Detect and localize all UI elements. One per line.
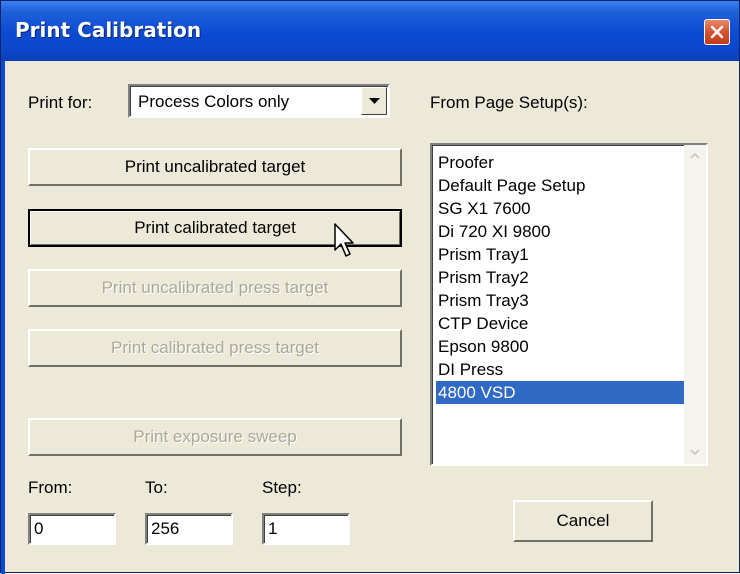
print-for-value: Process Colors only: [138, 92, 290, 111]
window-frame-left: [1, 61, 5, 574]
scroll-up-button[interactable]: [685, 146, 705, 166]
page-setups-list[interactable]: Proofer Default Page Setup SG X1 7600 Di…: [430, 143, 708, 466]
window-title: Print Calibration: [15, 18, 202, 42]
dropdown-arrow-button[interactable]: [361, 87, 387, 115]
from-label: From:: [28, 478, 73, 497]
to-label: To:: [145, 478, 168, 497]
cancel-button[interactable]: Cancel: [513, 500, 653, 542]
close-button[interactable]: [704, 19, 730, 45]
chevron-down-icon: [690, 449, 700, 456]
to-field[interactable]: 256: [145, 513, 233, 545]
list-item[interactable]: SG X1 7600: [436, 197, 686, 220]
print-calibration-dialog: Print Calibration Print for: Process Col…: [0, 0, 740, 574]
close-icon: [710, 25, 724, 39]
page-setups-label: From Page Setup(s):: [430, 93, 588, 112]
step-label: Step:: [262, 478, 302, 497]
chevron-down-icon: [369, 98, 380, 104]
list-item[interactable]: CTP Device: [436, 312, 686, 335]
list-item[interactable]: Proofer: [436, 151, 686, 174]
list-item[interactable]: Epson 9800: [436, 335, 686, 358]
print-for-label: Print for:: [28, 93, 93, 112]
print-calibrated-press-target-button[interactable]: Print calibrated press target: [28, 329, 402, 367]
list-item[interactable]: Default Page Setup: [436, 174, 686, 197]
print-for-dropdown[interactable]: Process Colors only: [128, 84, 390, 118]
chevron-up-icon: [690, 152, 700, 159]
print-exposure-sweep-button[interactable]: Print exposure sweep: [28, 418, 402, 456]
print-uncalibrated-press-target-button[interactable]: Print uncalibrated press target: [28, 269, 402, 307]
step-field[interactable]: 1: [262, 513, 350, 545]
list-item[interactable]: Prism Tray2: [436, 266, 686, 289]
print-uncalibrated-target-button[interactable]: Print uncalibrated target: [28, 148, 402, 186]
list-item[interactable]: DI Press: [436, 358, 686, 381]
list-item-selected[interactable]: 4800 VSD: [436, 381, 686, 404]
title-bar[interactable]: Print Calibration: [1, 1, 739, 61]
list-item[interactable]: Prism Tray1: [436, 243, 686, 266]
list-item[interactable]: Di 720 XI 9800: [436, 220, 686, 243]
list-item[interactable]: Prism Tray3: [436, 289, 686, 312]
scroll-down-button[interactable]: [685, 443, 705, 463]
list-scrollbar[interactable]: [684, 145, 706, 464]
from-field[interactable]: 0: [28, 513, 116, 545]
mouse-cursor-icon: [334, 223, 354, 257]
